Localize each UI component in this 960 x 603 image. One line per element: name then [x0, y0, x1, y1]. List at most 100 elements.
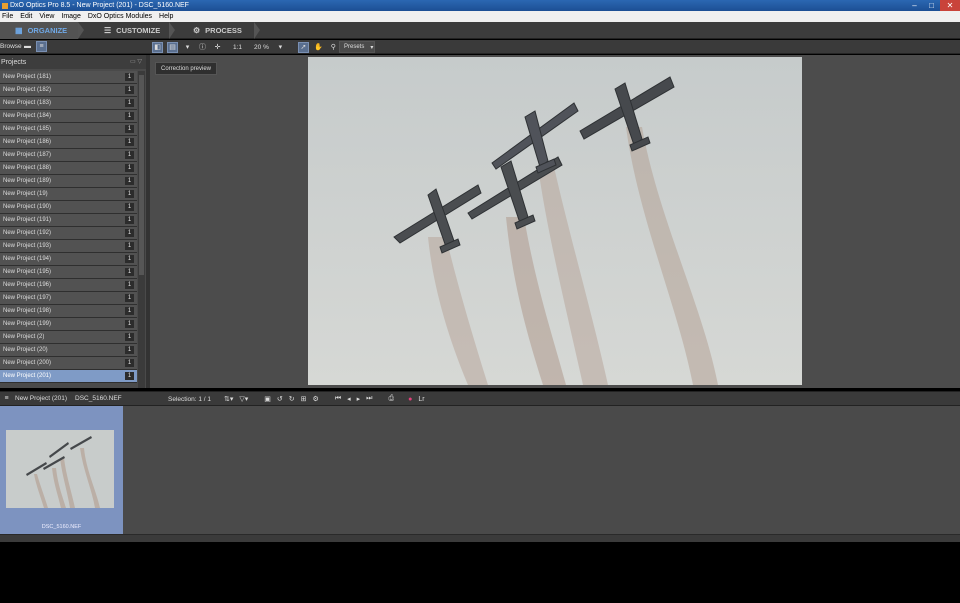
scrollbar-thumb[interactable] — [139, 75, 144, 275]
project-image-count: 1 — [125, 255, 134, 263]
project-list-item[interactable]: New Project (189) 1 — [0, 175, 137, 188]
project-name: New Project (20) — [3, 347, 48, 353]
tab-process[interactable]: ⚙ PROCESS — [175, 22, 254, 39]
hand-tool-icon[interactable]: ✋ — [313, 42, 324, 53]
minimize-icon[interactable]: – — [906, 0, 923, 11]
correction-preview-tooltip: Correction preview — [155, 62, 217, 75]
projects-panel: Projects ▭ ▽ New Project (181) 1 New Proje… — [0, 55, 146, 388]
project-list-item[interactable]: New Project (186) 1 — [0, 136, 137, 149]
menu-dxo-optics-modules[interactable]: DxO Optics Modules — [88, 13, 157, 20]
flickr-icon[interactable]: ● — [408, 396, 412, 403]
menu-image[interactable]: Image — [61, 13, 85, 20]
zoom-dropdown-icon[interactable]: ▾ — [275, 42, 286, 53]
fit-to-screen-icon[interactable]: ✛ — [212, 42, 223, 53]
info-card-icon[interactable]: ▣ — [264, 395, 271, 403]
project-list-item[interactable]: New Project (195) 1 — [0, 266, 137, 279]
project-list-item[interactable]: New Project (2) 1 — [0, 331, 137, 344]
add-icon[interactable]: ⊞ — [301, 395, 307, 403]
menu-help[interactable]: Help — [159, 13, 178, 20]
project-list-item[interactable]: New Project (19) 1 — [0, 188, 137, 201]
next-image-icon[interactable]: ▸ — [357, 395, 361, 403]
project-list-item[interactable]: New Project (197) 1 — [0, 292, 137, 305]
project-list-item[interactable]: New Project (182) 1 — [0, 84, 137, 97]
maximize-icon[interactable]: □ — [923, 0, 940, 11]
settings-icon[interactable]: ⚙ — [313, 395, 319, 403]
filmstrip-tools: ⇅▾ ▽▾ ▣ ↺ ↻ ⊞ ⚙ ⏮ ◂ ▸ ⏭ ⎙ ● Lr — [224, 395, 431, 403]
project-name: New Project (184) — [3, 113, 52, 119]
print-icon[interactable]: ⎙ — [388, 395, 394, 403]
project-list-item[interactable]: New Project (185) 1 — [0, 123, 137, 136]
menu-edit[interactable]: Edit — [20, 13, 37, 20]
compare-layout-icon[interactable]: ▤ — [167, 41, 178, 53]
project-list-item[interactable]: New Project (187) 1 — [0, 149, 137, 162]
project-image-count: 1 — [125, 138, 134, 146]
project-name: New Project (195) — [3, 269, 52, 275]
project-list-item[interactable]: New Project (191) 1 — [0, 214, 137, 227]
project-name: New Project (194) — [3, 256, 52, 262]
folder-icon[interactable]: ▬ — [22, 41, 33, 52]
sort-icon[interactable]: ⇅▾ — [224, 395, 233, 403]
project-list-item[interactable]: New Project (193) 1 — [0, 240, 137, 253]
tab-organize[interactable]: ▦ ORGANIZE — [0, 21, 78, 39]
zoom-level-select[interactable]: 20 % — [254, 44, 269, 51]
panel-options-icon[interactable]: ▭ ▽ — [130, 58, 142, 65]
list-view-icon[interactable]: ≡ — [36, 41, 47, 52]
menu-file[interactable]: File — [2, 13, 18, 20]
close-icon[interactable]: ✕ — [940, 0, 960, 11]
project-list-item[interactable]: New Project (196) 1 — [0, 279, 137, 292]
project-list-item[interactable]: New Project (188) 1 — [0, 162, 137, 175]
sliders-icon: ☰ — [104, 25, 112, 35]
filmstrip-scrollbar[interactable] — [0, 534, 960, 542]
project-list-item[interactable]: New Project (190) 1 — [0, 201, 137, 214]
project-list-item[interactable]: New Project (184) 1 — [0, 110, 137, 123]
first-image-icon[interactable]: ⏮ — [335, 395, 341, 403]
selection-count: Selection: 1 / 1 — [168, 396, 211, 403]
project-name: New Project (201) — [3, 373, 52, 379]
title-bar: DxO Optics Pro 8.5 - New Project (201) -… — [0, 0, 960, 11]
project-image-count: 1 — [125, 346, 134, 354]
project-image-count: 1 — [125, 242, 134, 250]
project-list-item[interactable]: New Project (20) 1 — [0, 344, 137, 357]
pointer-tool-icon[interactable]: ➚ — [297, 41, 309, 53]
hamburger-menu-icon[interactable]: ≡ — [1, 393, 12, 404]
correction-preview-icon[interactable]: ◧ — [152, 41, 163, 53]
project-image-count: 1 — [125, 320, 134, 328]
project-list-item[interactable]: New Project (192) 1 — [0, 227, 137, 240]
browse-label: Browse — [0, 43, 22, 50]
project-list-item[interactable]: New Project (201) 1 — [0, 370, 137, 383]
projects-scrollbar[interactable] — [138, 71, 145, 388]
tab-customize[interactable]: ☰ CUSTOMIZE — [84, 22, 169, 39]
project-list-item[interactable]: New Project (199) 1 — [0, 318, 137, 331]
project-image-count: 1 — [125, 294, 134, 302]
project-image-count: 1 — [125, 359, 134, 367]
project-name: New Project (190) — [3, 204, 52, 210]
info-icon[interactable]: ⓘ — [197, 42, 208, 53]
project-name: New Project (199) — [3, 321, 52, 327]
project-list-item[interactable]: New Project (198) 1 — [0, 305, 137, 318]
project-image-count: 1 — [125, 203, 134, 211]
rotate-right-icon[interactable]: ↻ — [289, 395, 295, 403]
previous-image-icon[interactable]: ◂ — [347, 395, 351, 403]
menu-view[interactable]: View — [39, 13, 59, 20]
filmstrip: DSC_5160.NEF — [0, 406, 960, 534]
filter-icon[interactable]: ▽▾ — [239, 395, 248, 403]
project-list-item[interactable]: New Project (183) 1 — [0, 97, 137, 110]
project-name: New Project (191) — [3, 217, 52, 223]
presets-dropdown[interactable]: Presets ▾ — [339, 41, 375, 53]
lightroom-icon[interactable]: Lr — [418, 396, 424, 403]
project-list-item[interactable]: New Project (194) 1 — [0, 253, 137, 266]
project-list-item[interactable]: New Project (181) 1 — [0, 71, 137, 84]
viewer-tools: ◧ ▤ ▾ ⓘ ✛ 1:1 20 % ▾ ➚ ✋ ⚲ — [152, 41, 343, 53]
menu-bar: File Edit View Image DxO Optics Modules … — [0, 11, 960, 22]
chevron-down-icon: ▾ — [370, 44, 374, 51]
layout-dropdown-icon[interactable]: ▾ — [182, 42, 193, 53]
project-list-item[interactable]: New Project (200) 1 — [0, 357, 137, 370]
zoom-1to1-button[interactable]: 1:1 — [233, 44, 242, 51]
project-name: New Project (181) — [3, 74, 52, 80]
magnifier-icon[interactable]: ⚲ — [328, 42, 339, 53]
project-name: New Project (192) — [3, 230, 52, 236]
project-name: New Project (2) — [3, 334, 45, 340]
last-image-icon[interactable]: ⏭ — [366, 395, 372, 403]
rotate-left-icon[interactable]: ↺ — [277, 395, 283, 403]
thumbnail-item[interactable]: DSC_5160.NEF — [0, 406, 123, 534]
